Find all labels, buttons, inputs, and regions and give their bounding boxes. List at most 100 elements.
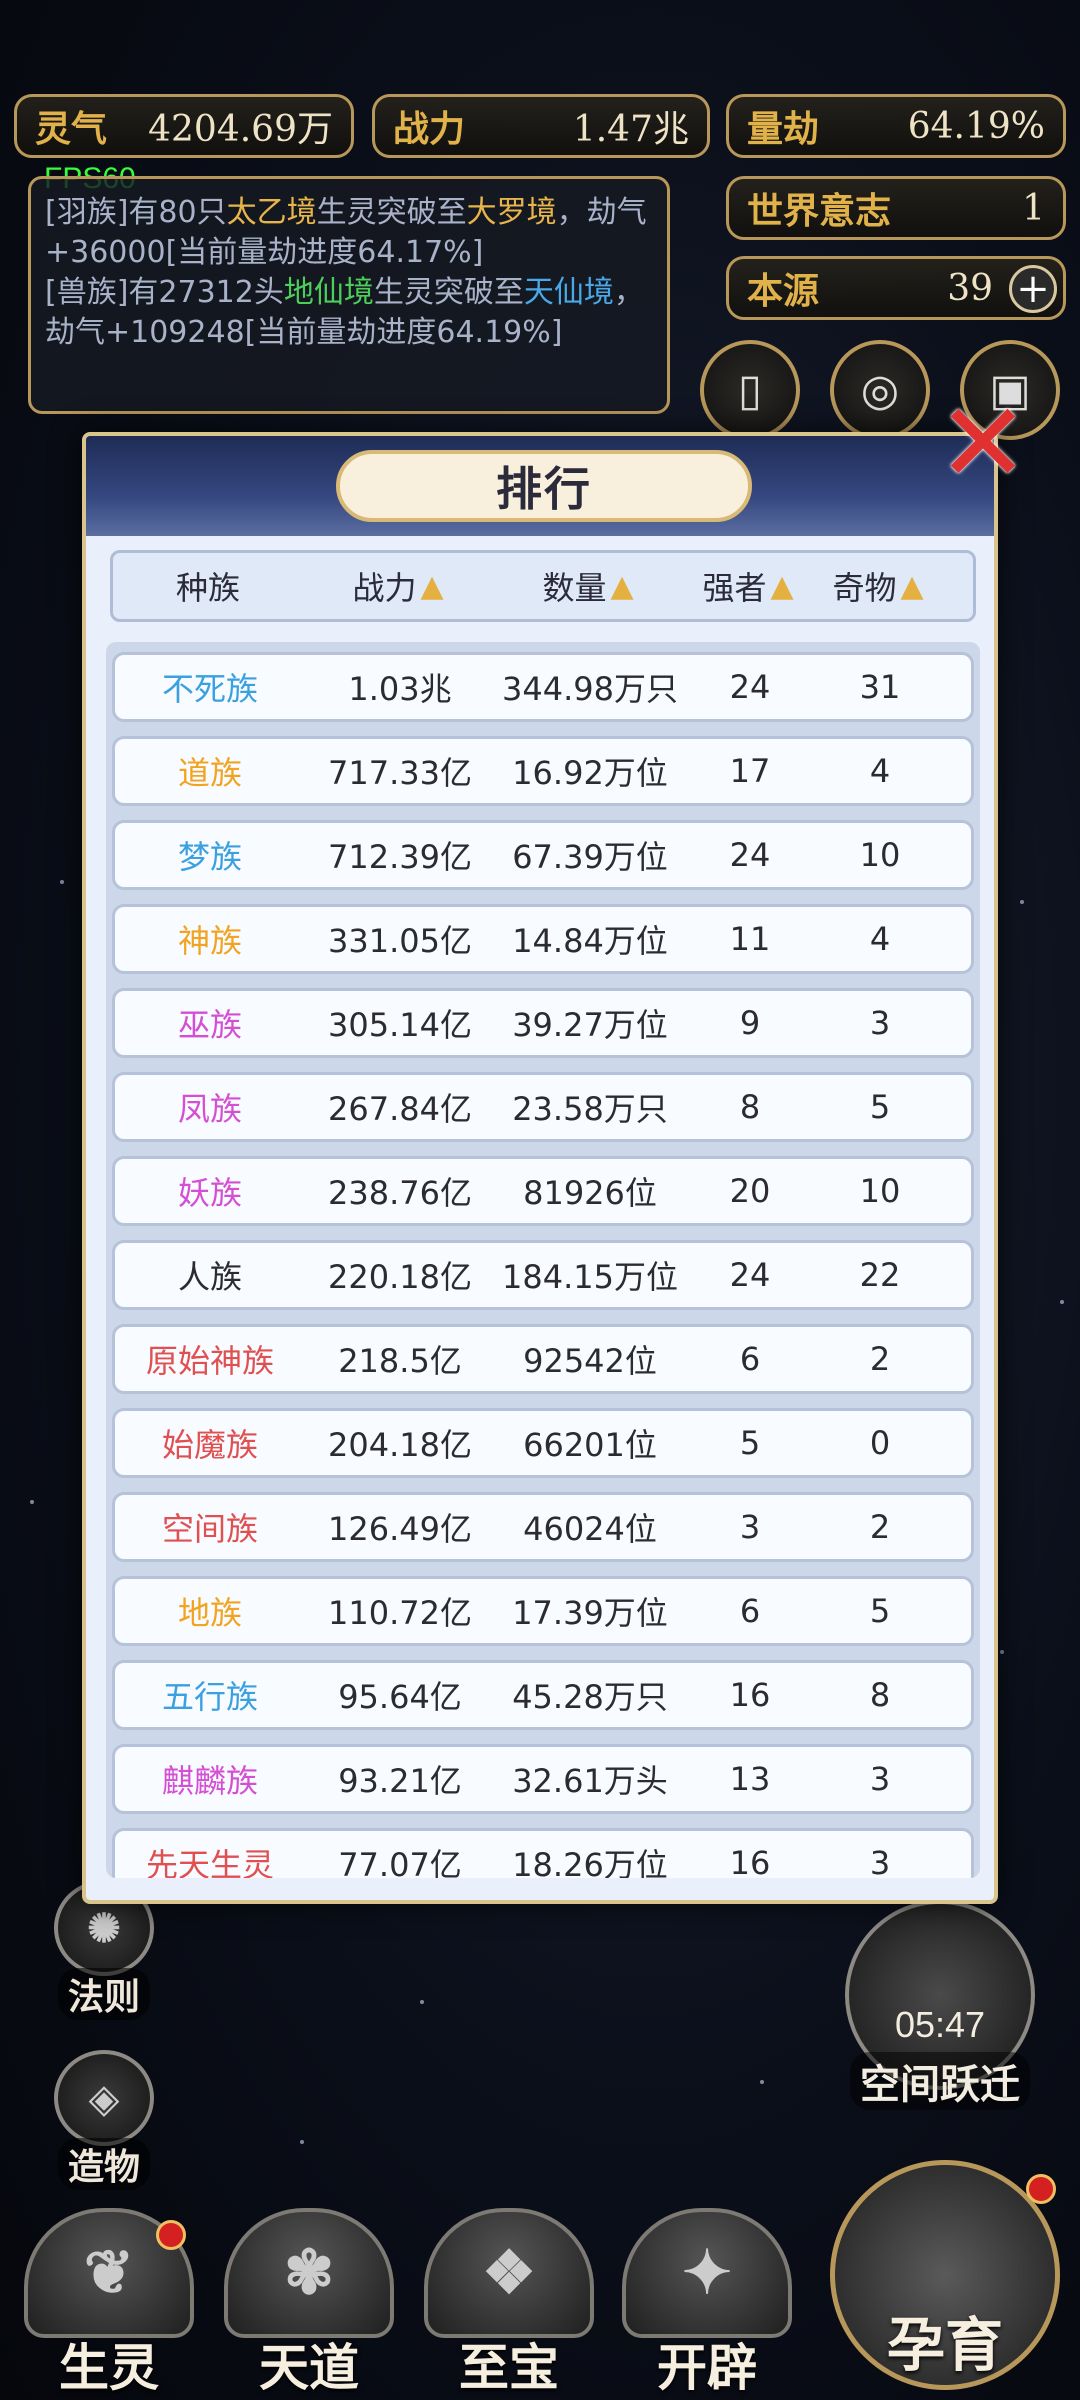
count-cell: 14.84万位 [512,922,668,960]
count-cell: 344.98万只 [502,670,678,708]
race-cell: 先天生灵 [145,1846,274,1878]
table-row[interactable]: 先天生灵 77.07亿 18.26万位 16 3 [112,1828,974,1878]
lingqi-stat: 灵气 4204.69万 [14,94,354,158]
race-cell: 不死族 [161,670,258,708]
table-row[interactable]: 神族 331.05亿 14.84万位 11 4 [112,904,974,974]
count-cell: 18.26万位 [512,1846,668,1878]
space-jump-button[interactable]: 05:47 空间跃迁 [830,1900,1050,2110]
power-cell: 220.18亿 [328,1258,472,1296]
strong-cell: 16 [729,1676,771,1714]
liangjie-stat[interactable]: 量劫 64.19% [726,94,1066,158]
header-count[interactable]: 数量 ▲ [493,563,683,609]
scroll-icon[interactable]: ▯ [700,340,800,440]
treasure-cell: 3 [869,1844,891,1878]
race-cell: 五行族 [161,1678,258,1716]
sort-icon[interactable]: ▲ [900,569,923,604]
race-cell: 道族 [177,754,242,792]
power-cell: 204.18亿 [328,1426,472,1464]
axe-icon: ✦ [622,2208,792,2338]
power-cell: 717.33亿 [328,754,472,792]
power-cell: 110.72亿 [328,1594,472,1632]
sort-icon[interactable]: ▲ [420,569,443,604]
table-row[interactable]: 始魔族 204.18亿 66201位 5 0 [112,1408,974,1478]
treasure-cell: 3 [869,1760,891,1798]
treasure-cell: 10 [859,836,901,874]
treasure-cell: 4 [869,920,891,958]
table-row[interactable]: 五行族 95.64亿 45.28万只 16 8 [112,1660,974,1730]
race-cell: 妖族 [177,1174,242,1212]
creation-icon: ◈ [54,2050,154,2146]
sort-icon[interactable]: ▲ [770,569,793,604]
race-cell: 人族 [177,1258,242,1296]
table-row[interactable]: 道族 717.33亿 16.92万位 17 4 [112,736,974,806]
header-treasure[interactable]: 奇物 ▲ [813,563,943,609]
space-jump-timer: 05:47 [894,2004,986,2045]
side-button-zaowu[interactable]: ◈ 造物 [34,2050,174,2190]
table-row[interactable]: 原始神族 218.5亿 92542位 6 2 [112,1324,974,1394]
bottom-tab-kaipi-label: 开辟 [657,2338,757,2397]
count-cell: 32.61万头 [512,1762,668,1800]
bottom-tab-shengling[interactable]: ❦ 生灵 [14,2200,204,2400]
treasure-cell: 22 [859,1256,901,1294]
treasure-cell: 4 [869,752,891,790]
power-cell: 218.5亿 [338,1342,462,1380]
power-cell: 305.14亿 [328,1006,472,1044]
bottom-tab-zhibao[interactable]: ❖ 至宝 [414,2200,604,2400]
race-cell: 麒麟族 [161,1762,258,1800]
portal-icon[interactable]: ◎ [830,340,930,440]
treasure-icon: ❖ [424,2208,594,2338]
treasure-cell: 10 [859,1172,901,1210]
strong-cell: 13 [729,1760,771,1798]
count-cell: 46024位 [523,1510,657,1548]
ranking-list[interactable]: 不死族 1.03兆 344.98万只 24 31 道族 717.33亿 16.92万位 17 4 梦… [106,642,980,1878]
count-cell: 39.27万位 [512,1006,668,1044]
power-cell: 95.64亿 [338,1678,462,1716]
table-row[interactable]: 凤族 267.84亿 23.58万只 8 5 [112,1072,974,1142]
treasure-cell: 31 [859,668,901,706]
strong-cell: 11 [729,920,771,958]
race-cell: 凤族 [177,1090,242,1128]
ranking-dialog: 排行 种族 战力 ▲ 数量 ▲ 强者 ▲ 奇物 ▲ 不死族 1.03兆 344.98万只 24… [82,432,998,1904]
nurture-button[interactable]: 孕育 [820,2160,1070,2400]
sort-icon[interactable]: ▲ [610,569,633,604]
strong-cell: 24 [729,1256,771,1294]
space-jump-label: 空间跃迁 [850,2052,1030,2110]
table-row[interactable]: 梦族 712.39亿 67.39万位 24 10 [112,820,974,890]
world-will-stat[interactable]: 世界意志 1 [726,176,1066,240]
table-row[interactable]: 妖族 238.76亿 81926位 20 10 [112,1156,974,1226]
strong-cell: 16 [729,1844,771,1878]
bottom-tab-zhibao-label: 至宝 [459,2338,559,2397]
strong-cell: 24 [729,836,771,874]
bottom-tab-tiandao-label: 天道 [259,2338,359,2397]
add-benyuan-button[interactable]: + [1009,265,1057,313]
treasure-cell: 5 [869,1592,891,1630]
ranking-table-header: 种族 战力 ▲ 数量 ▲ 强者 ▲ 奇物 ▲ [110,550,976,622]
table-row[interactable]: 空间族 126.49亿 46024位 3 2 [112,1492,974,1562]
count-cell: 45.28万只 [512,1678,668,1716]
table-row[interactable]: 巫族 305.14亿 39.27万位 9 3 [112,988,974,1058]
strong-cell: 6 [739,1340,761,1378]
table-row[interactable]: 麒麟族 93.21亿 32.61万头 13 3 [112,1744,974,1814]
zhanli-value: 1.47兆 [572,109,689,150]
benyuan-value: 39 [947,267,993,309]
bottom-tab-shengling-label: 生灵 [59,2338,159,2397]
power-cell: 238.76亿 [328,1174,472,1212]
count-cell: 66201位 [523,1426,657,1464]
count-cell: 184.15万位 [502,1258,678,1296]
benyuan-stat[interactable]: 本源 39 + [726,256,1066,320]
bottom-tab-tiandao[interactable]: ✾ 天道 [214,2200,404,2400]
table-row[interactable]: 不死族 1.03兆 344.98万只 24 31 [112,652,974,722]
treasure-cell: 3 [869,1004,891,1042]
table-row[interactable]: 人族 220.18亿 184.15万位 24 22 [112,1240,974,1310]
header-power[interactable]: 战力 ▲ [303,563,493,609]
strong-cell: 24 [729,668,771,706]
power-cell: 712.39亿 [328,838,472,876]
header-strong[interactable]: 强者 ▲ [683,563,813,609]
strong-cell: 20 [729,1172,771,1210]
side-button-fazhe-label: 法则 [57,1968,150,2020]
bottom-tab-kaipi[interactable]: ✦ 开辟 [612,2200,802,2400]
power-cell: 77.07亿 [338,1846,462,1878]
close-icon[interactable]: ✕ [937,388,1029,498]
table-row[interactable]: 地族 110.72亿 17.39万位 6 5 [112,1576,974,1646]
treasure-cell: 2 [869,1340,891,1378]
